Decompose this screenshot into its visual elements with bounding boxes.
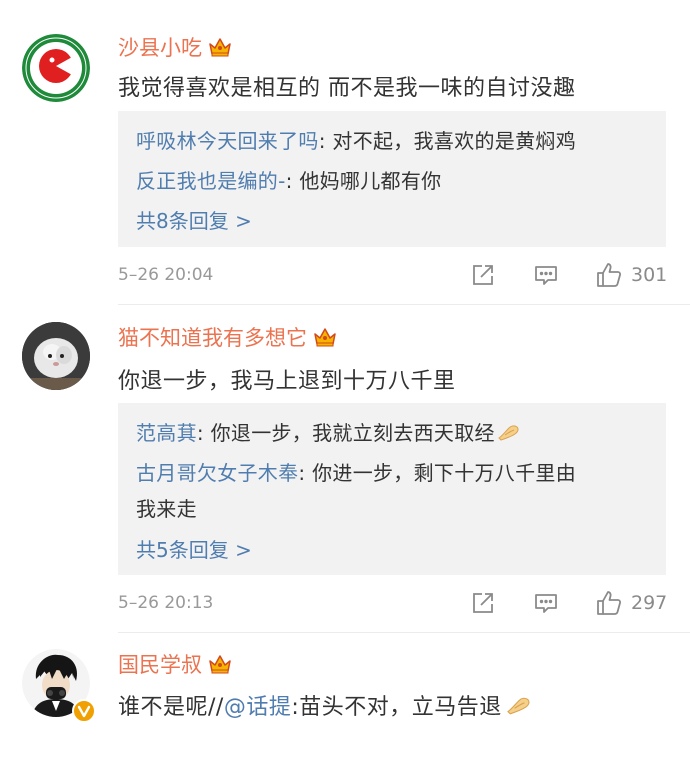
more-replies-link[interactable]: 共5条回复 > bbox=[136, 534, 252, 563]
username-text[interactable]: 猫不知道我有多想它 bbox=[118, 322, 307, 352]
like-count: 301 bbox=[631, 264, 668, 286]
timestamp: 5–26 20:04 bbox=[118, 265, 214, 285]
reply-line: 反正我也是编的-: 他妈哪儿都有你 bbox=[136, 165, 441, 194]
avatar[interactable] bbox=[22, 649, 96, 723]
crown-icon bbox=[313, 326, 337, 348]
mention-link[interactable]: @话提 bbox=[224, 695, 292, 720]
username[interactable]: 猫不知道我有多想它 bbox=[118, 322, 337, 352]
reply-author[interactable]: 呼吸林今天回来了吗 bbox=[136, 129, 319, 153]
comment-text-part: :苗头不对，立马告退 bbox=[291, 695, 502, 720]
reply-author[interactable]: 范高萁 bbox=[136, 421, 197, 445]
username-text[interactable]: 国民学叔 bbox=[118, 649, 202, 679]
reply-line: 古月哥欠女子木奉: 你进一步，剩下十万八千里由 bbox=[136, 457, 576, 486]
comment-button[interactable] bbox=[533, 590, 559, 616]
like-button[interactable]: 301 bbox=[595, 261, 667, 289]
reply-separator: : bbox=[285, 169, 300, 193]
like-icon bbox=[597, 263, 622, 287]
username[interactable]: 国民学叔 bbox=[118, 649, 232, 679]
reply-text: 对不起，我喜欢的是黄焖鸡 bbox=[332, 129, 577, 153]
replies-box[interactable]: 范高萁: 你退一步，我就立刻去西天取经 古月哥欠女子木奉: 你进一步，剩下十万八… bbox=[118, 403, 666, 575]
reply-separator: : bbox=[318, 129, 333, 153]
share-icon bbox=[473, 265, 493, 285]
reply-text: 他妈哪儿都有你 bbox=[299, 169, 442, 193]
username-text[interactable]: 沙县小吃 bbox=[118, 32, 202, 62]
share-button[interactable] bbox=[470, 590, 496, 616]
comment-text: 谁不是呢//@话提:苗头不对，立马告退 bbox=[118, 689, 533, 722]
comment-text: 我觉得喜欢是相互的 而不是我一味的自讨没趣 bbox=[118, 76, 576, 101]
like-icon bbox=[597, 591, 622, 615]
verified-badge-icon bbox=[72, 699, 96, 723]
pray-hands-emoji bbox=[505, 694, 533, 722]
avatar[interactable] bbox=[22, 322, 90, 390]
comment-item: 猫不知道我有多想它 你退一步，我马上退到十万八千里 范高萁: 你退一步，我就立刻… bbox=[0, 305, 690, 633]
comment-item: 国民学叔 谁不是呢//@话提:苗头不对，立马告退 bbox=[0, 632, 690, 772]
comment-button[interactable] bbox=[533, 262, 559, 288]
reply-line: 呼吸林今天回来了吗: 对不起，我喜欢的是黄焖鸡 bbox=[136, 125, 576, 154]
like-button[interactable]: 297 bbox=[595, 589, 667, 617]
reply-line: 范高萁: 你退一步，我就立刻去西天取经 bbox=[136, 417, 521, 447]
comment-icon bbox=[535, 594, 557, 613]
reply-text-continuation: 我来走 bbox=[136, 497, 197, 521]
timestamp: 5–26 20:13 bbox=[118, 593, 214, 613]
like-count: 297 bbox=[631, 592, 668, 614]
share-button[interactable] bbox=[470, 262, 496, 288]
comment-icon bbox=[535, 266, 557, 285]
comment-text-part: 谁不是呢// bbox=[118, 695, 224, 720]
reply-text: 你进一步，剩下十万八千里由 bbox=[312, 461, 577, 485]
avatar[interactable] bbox=[22, 34, 90, 102]
comment-item: 沙县小吃 我觉得喜欢是相互的 而不是我一味的自讨没趣 呼吸林今天回来了吗: 对不… bbox=[0, 0, 690, 305]
reply-separator: : bbox=[196, 421, 211, 445]
username[interactable]: 沙县小吃 bbox=[118, 32, 232, 62]
share-icon bbox=[473, 593, 493, 613]
reply-text: 你退一步，我就立刻去西天取经 bbox=[210, 421, 495, 445]
crown-icon bbox=[208, 653, 232, 675]
reply-separator: : bbox=[298, 461, 313, 485]
crown-icon bbox=[208, 36, 232, 58]
shaxian-logo-icon bbox=[22, 34, 90, 102]
replies-box[interactable]: 呼吸林今天回来了吗: 对不起，我喜欢的是黄焖鸡 反正我也是编的-: 他妈哪儿都有… bbox=[118, 111, 666, 247]
comment-text: 你退一步，我马上退到十万八千里 bbox=[118, 369, 456, 394]
pray-hands-emoji bbox=[497, 422, 521, 447]
reply-author[interactable]: 古月哥欠女子木奉 bbox=[136, 461, 298, 485]
reply-author[interactable]: 反正我也是编的- bbox=[136, 169, 286, 193]
more-replies-link[interactable]: 共8条回复 > bbox=[136, 205, 252, 234]
cat-photo-icon bbox=[22, 322, 90, 390]
